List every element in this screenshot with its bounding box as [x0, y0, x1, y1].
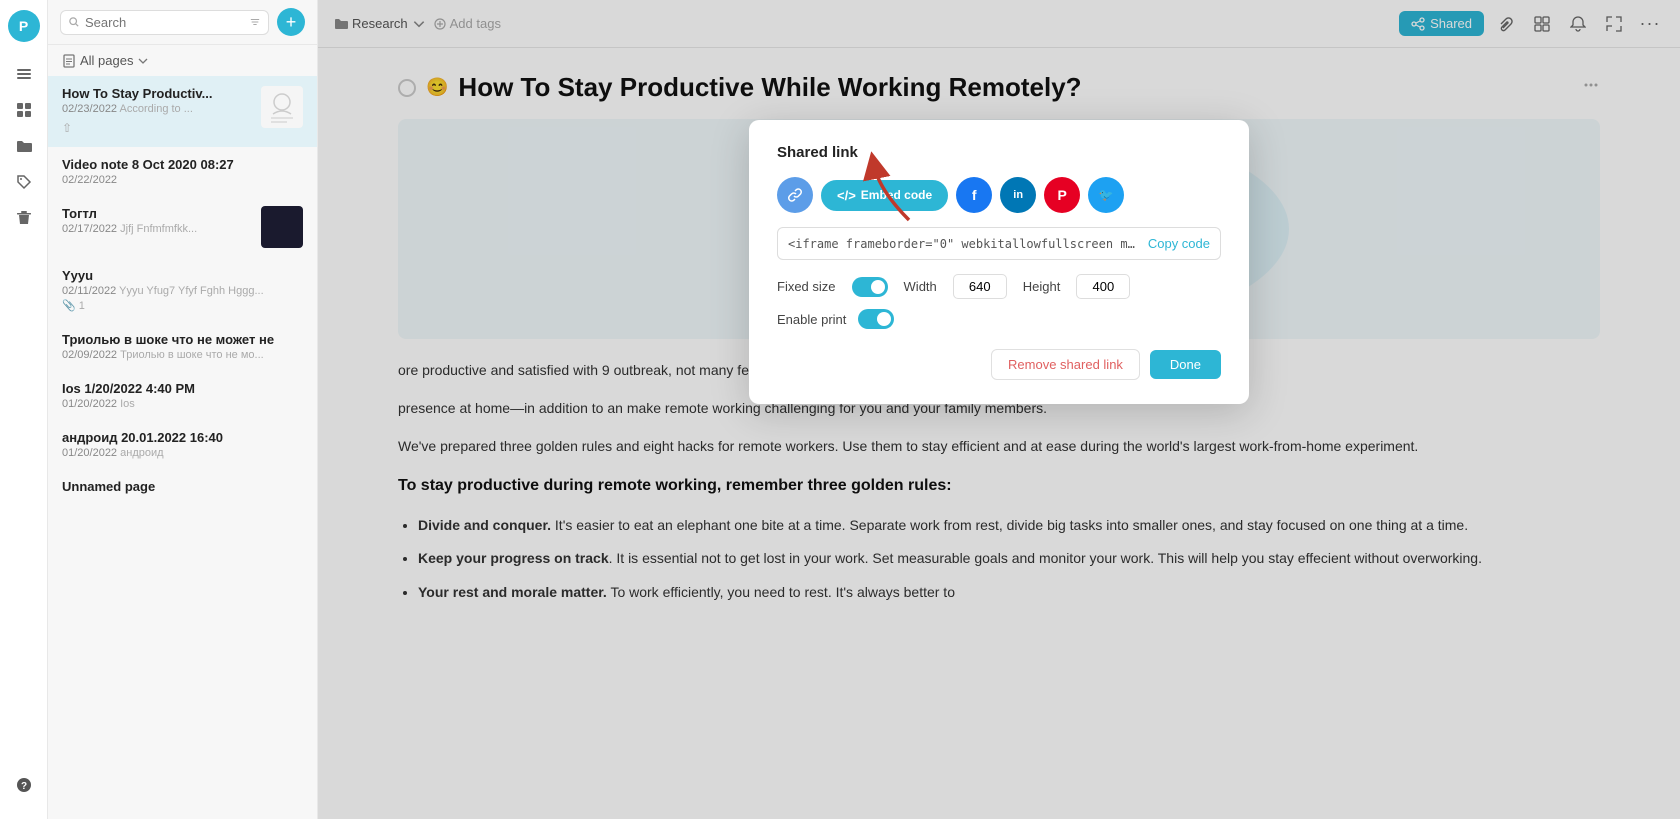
trash-icon [16, 210, 32, 226]
page-item-text: Тогтл 02/17/2022 Jjfj Fnfmfmfkk... [62, 206, 253, 235]
options-row-print: Enable print [777, 309, 1221, 329]
search-icon [69, 16, 79, 28]
tag-icon [16, 174, 32, 190]
chevron-down-icon [137, 55, 149, 67]
page-item-text: Unnamed page [62, 479, 303, 494]
page-item-title: Yyyu [62, 268, 303, 283]
search-box[interactable] [60, 10, 269, 35]
page-item-date: 02/09/2022 Триолью в шоке что не мо... [62, 349, 303, 361]
folder-icon [16, 138, 32, 154]
page-item-text: Триолью в шоке что не может не 02/09/202… [62, 332, 303, 361]
page-item-date: 02/23/2022 According to ... [62, 103, 253, 115]
page-item-title: Unnamed page [62, 479, 303, 494]
page-item-title: How To Stay Productiv... [62, 86, 253, 101]
embed-code-text: <iframe frameborder="0" webkitallowfulls… [788, 237, 1140, 251]
page-item-title: Ios 1/20/2022 4:40 PM [62, 381, 303, 396]
page-item-thumbnail [261, 86, 303, 128]
page-item-date: 02/11/2022 Yyyu Yfug7 Yfyf Fghh Hggg... [62, 285, 303, 297]
embed-code-icon: </> [837, 188, 856, 203]
sidebar-icons: P [0, 0, 48, 819]
fixed-size-label: Fixed size [777, 279, 836, 294]
modal-footer: Remove shared link Done [777, 349, 1221, 380]
enable-print-toggle[interactable] [858, 309, 894, 329]
remove-shared-button[interactable]: Remove shared link [991, 349, 1140, 380]
height-input[interactable] [1076, 274, 1130, 299]
pages-panel: + All pages How To Stay Productiv... 02/… [48, 0, 318, 819]
page-item[interactable]: Yyyu 02/11/2022 Yyyu Yfug7 Yfyf Fghh Hgg… [48, 258, 317, 322]
page-list: How To Stay Productiv... 02/23/2022 Acco… [48, 76, 317, 819]
pages-icon [62, 54, 76, 68]
page-item-date: 01/20/2022 Ios [62, 398, 303, 410]
link-icon [787, 187, 803, 203]
page-item-text: How To Stay Productiv... 02/23/2022 Acco… [62, 86, 253, 137]
share-icon: ⇧ [62, 121, 72, 135]
width-label: Width [904, 279, 937, 294]
page-item-text: Yyyu 02/11/2022 Yyyu Yfug7 Yfyf Fghh Hgg… [62, 268, 303, 312]
twitter-share-button[interactable]: 🐦 [1088, 177, 1124, 213]
height-label: Height [1023, 279, 1061, 294]
done-button[interactable]: Done [1150, 350, 1221, 379]
tag-button[interactable] [8, 166, 40, 198]
page-item[interactable]: Тогтл 02/17/2022 Jjfj Fnfmfmfkk... [48, 196, 317, 258]
width-input[interactable] [953, 274, 1007, 299]
modal-overlay: Shared link </> Embed code f in [318, 0, 1680, 819]
page-item-thumbnail [261, 206, 303, 248]
page-item-date: 02/22/2022 [62, 174, 303, 186]
page-item[interactable]: Video note 8 Oct 2020 08:27 02/22/2022 [48, 147, 317, 196]
page-item-title: Триолью в шоке что не может не [62, 332, 303, 347]
share-link-button[interactable] [777, 177, 813, 213]
folder-button[interactable] [8, 130, 40, 162]
thumbnail-sketch [261, 86, 303, 128]
page-item-title: андроид 20.01.2022 16:40 [62, 430, 303, 445]
fixed-size-toggle[interactable] [852, 277, 888, 297]
enable-print-label: Enable print [777, 312, 846, 327]
linkedin-share-button[interactable]: in [1000, 177, 1036, 213]
page-item-title: Тогтл [62, 206, 253, 221]
help-icon: ? [16, 777, 32, 793]
page-item[interactable]: Триолью в шоке что не может не 02/09/202… [48, 322, 317, 371]
all-pages-label: All pages [80, 53, 133, 68]
pinterest-icon: P [1057, 187, 1066, 203]
page-item-text: Ios 1/20/2022 4:40 PM 01/20/2022 Ios [62, 381, 303, 410]
grid-button[interactable] [8, 94, 40, 126]
avatar-button[interactable]: P [8, 10, 40, 42]
main-content: Research Add tags Shar [318, 0, 1680, 819]
page-item-text: Video note 8 Oct 2020 08:27 02/22/2022 [62, 157, 303, 186]
page-item-title: Video note 8 Oct 2020 08:27 [62, 157, 303, 172]
facebook-icon: f [972, 187, 977, 203]
embed-code-label: Embed code [861, 188, 932, 202]
linkedin-icon: in [1013, 189, 1023, 201]
menu-button[interactable] [8, 58, 40, 90]
shared-link-modal: Shared link </> Embed code f in [749, 120, 1249, 404]
code-row: <iframe frameborder="0" webkitallowfulls… [777, 227, 1221, 260]
add-page-button[interactable]: + [277, 8, 305, 36]
page-item-date: 02/17/2022 Jjfj Fnfmfmfkk... [62, 223, 253, 235]
search-input[interactable] [85, 15, 244, 30]
pinterest-share-button[interactable]: P [1044, 177, 1080, 213]
trash-button[interactable] [8, 202, 40, 234]
twitter-icon: 🐦 [1099, 188, 1114, 202]
menu-icon [16, 66, 32, 82]
pages-header: + [48, 0, 317, 45]
options-row-size: Fixed size Width Height [777, 274, 1221, 299]
share-buttons-row: </> Embed code f in P 🐦 [777, 177, 1221, 213]
grid-icon [16, 102, 32, 118]
all-pages-header[interactable]: All pages [48, 45, 317, 76]
page-item[interactable]: How To Stay Productiv... 02/23/2022 Acco… [48, 76, 317, 147]
page-item[interactable]: Ios 1/20/2022 4:40 PM 01/20/2022 Ios [48, 371, 317, 420]
page-item-text: андроид 20.01.2022 16:40 01/20/2022 андр… [62, 430, 303, 459]
svg-text:?: ? [20, 781, 26, 792]
filter-icon [250, 16, 260, 28]
copy-code-button[interactable]: Copy code [1148, 236, 1210, 251]
page-item[interactable]: Unnamed page [48, 469, 317, 504]
embed-code-button[interactable]: </> Embed code [821, 180, 948, 211]
modal-title: Shared link [777, 144, 1221, 161]
facebook-share-button[interactable]: f [956, 177, 992, 213]
page-item-date: 01/20/2022 андроид [62, 447, 303, 459]
page-item[interactable]: андроид 20.01.2022 16:40 01/20/2022 андр… [48, 420, 317, 469]
help-button[interactable]: ? [8, 769, 40, 801]
